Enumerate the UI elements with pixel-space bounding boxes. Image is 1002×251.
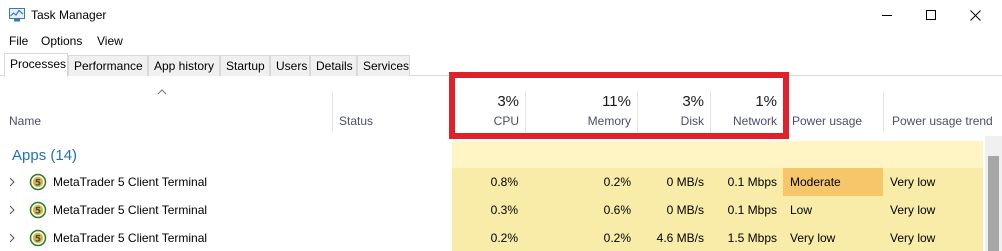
column-name[interactable]: Name bbox=[9, 114, 41, 128]
title-bar: Task Manager bbox=[0, 0, 1002, 30]
menu-view[interactable]: View bbox=[97, 34, 123, 48]
maximize-button[interactable] bbox=[908, 0, 954, 30]
column-status[interactable]: Status bbox=[339, 114, 373, 128]
scrollbar-thumb[interactable] bbox=[988, 156, 999, 251]
network-value: 0.1 Mbps bbox=[727, 203, 777, 217]
power-trend-value: Very low bbox=[890, 175, 936, 189]
table-row[interactable]: 5 MetaTrader 5 Client Terminal 0.2% 0.2%… bbox=[0, 224, 985, 251]
metatrader-icon: 5 bbox=[29, 229, 47, 247]
tab-startup[interactable]: Startup bbox=[220, 55, 270, 76]
highlight-box bbox=[449, 72, 789, 139]
maximize-icon bbox=[926, 10, 936, 20]
minimize-button[interactable] bbox=[864, 0, 910, 30]
cpu-value: 0.8% bbox=[490, 175, 518, 189]
memory-value: 0.2% bbox=[603, 231, 631, 245]
svg-text:5: 5 bbox=[35, 178, 41, 188]
minimize-icon bbox=[882, 15, 892, 16]
table-row[interactable]: 5 MetaTrader 5 Client Terminal 0.8% 0.2%… bbox=[0, 168, 985, 196]
menu-bar: File Options View bbox=[0, 31, 1002, 51]
chevron-right-icon[interactable] bbox=[9, 205, 15, 215]
power-trend-value: Very low bbox=[890, 203, 936, 217]
menu-file[interactable]: File bbox=[9, 34, 28, 48]
close-icon bbox=[969, 9, 981, 21]
disk-value: 0 MB/s bbox=[666, 175, 704, 189]
cpu-value: 0.2% bbox=[490, 231, 518, 245]
tab-app-history[interactable]: App history bbox=[148, 55, 220, 76]
window-title: Task Manager bbox=[31, 8, 107, 22]
svg-text:5: 5 bbox=[35, 206, 41, 216]
tab-users[interactable]: Users bbox=[270, 55, 310, 76]
sort-caret-up-icon bbox=[157, 89, 167, 95]
tab-performance[interactable]: Performance bbox=[68, 55, 148, 76]
metatrader-icon: 5 bbox=[29, 201, 47, 219]
cpu-value: 0.3% bbox=[490, 203, 518, 217]
memory-value: 0.2% bbox=[603, 175, 631, 189]
tab-services[interactable]: Services bbox=[357, 55, 410, 76]
network-value: 1.5 Mbps bbox=[727, 231, 777, 245]
disk-value: 0 MB/s bbox=[666, 203, 704, 217]
group-title: Apps (14) bbox=[12, 147, 78, 164]
process-name: MetaTrader 5 Client Terminal bbox=[53, 175, 208, 189]
close-button[interactable] bbox=[952, 0, 998, 30]
group-header-apps[interactable]: Apps (14) bbox=[0, 141, 985, 168]
power-usage-value: Moderate bbox=[790, 175, 841, 189]
chevron-right-icon[interactable] bbox=[9, 233, 15, 243]
power-trend-value: Very low bbox=[890, 231, 936, 245]
table-row[interactable]: 5 MetaTrader 5 Client Terminal 0.3% 0.6%… bbox=[0, 196, 985, 224]
metatrader-icon: 5 bbox=[29, 173, 47, 191]
vertical-scrollbar[interactable] bbox=[985, 136, 1002, 251]
network-value: 0.1 Mbps bbox=[727, 175, 777, 189]
chevron-right-icon[interactable] bbox=[9, 177, 15, 187]
task-manager-icon bbox=[9, 8, 25, 22]
menu-options[interactable]: Options bbox=[41, 34, 82, 48]
column-power-usage-trend[interactable]: Power usage trend bbox=[892, 114, 993, 128]
column-power-usage[interactable]: Power usage bbox=[792, 114, 862, 128]
power-usage-value: Low bbox=[790, 203, 813, 217]
memory-value: 0.6% bbox=[603, 203, 631, 217]
power-usage-value: Very low bbox=[790, 231, 836, 245]
process-name: MetaTrader 5 Client Terminal bbox=[53, 203, 208, 217]
tab-processes[interactable]: Processes bbox=[4, 53, 68, 77]
tab-details[interactable]: Details bbox=[310, 55, 357, 76]
disk-value: 4.6 MB/s bbox=[656, 231, 704, 245]
process-name: MetaTrader 5 Client Terminal bbox=[53, 231, 208, 245]
svg-text:5: 5 bbox=[35, 234, 41, 244]
